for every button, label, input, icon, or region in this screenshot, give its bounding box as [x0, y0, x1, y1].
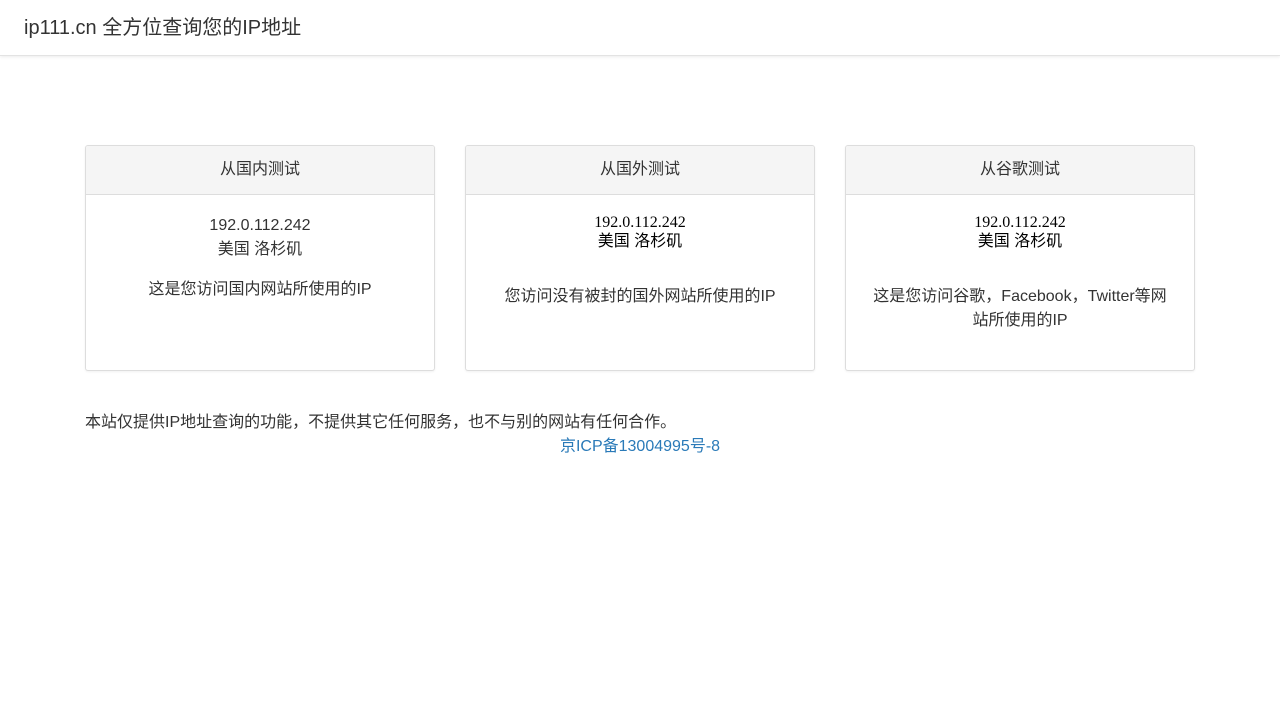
panel-description: 这是您访问国内网站所使用的IP: [148, 281, 372, 298]
panel-body: 192.0.112.242 美国 洛杉矶 这是您访问国内网站所使用的IP: [86, 195, 434, 302]
ip-location: 美国 洛杉矶: [977, 233, 1063, 250]
panel-description: 您访问没有被封的国外网站所使用的IP: [504, 288, 776, 305]
ip-test-panels: 从国内测试 192.0.112.242 美国 洛杉矶 这是您访问国内网站所使用的…: [85, 145, 1195, 371]
panel-body: 192.0.112.242 美国 洛杉矶 这是您访问谷歌，Facebook，Tw…: [846, 195, 1194, 333]
panel-title: 从国内测试: [86, 146, 434, 195]
ip-address: 192.0.112.242: [209, 217, 311, 234]
panel-domestic-test: 从国内测试 192.0.112.242 美国 洛杉矶 这是您访问国内网站所使用的…: [85, 145, 435, 371]
top-navbar: ip111.cn 全方位查询您的IP地址: [0, 0, 1280, 56]
panel-foreign-test: 从国外测试 192.0.112.242 美国 洛杉矶 您访问没有被封的国外网站所…: [465, 145, 815, 371]
panel-title: 从谷歌测试: [846, 146, 1194, 195]
icp-license-link[interactable]: 京ICP备13004995号-8: [560, 438, 720, 455]
panel-description: 这是您访问谷歌，Facebook，Twitter等网站所使用的IP: [873, 288, 1167, 329]
footer-disclaimer: 本站仅提供IP地址查询的功能，不提供其它任何服务，也不与别的网站有任何合作。: [85, 414, 677, 431]
panel-body: 192.0.112.242 美国 洛杉矶 您访问没有被封的国外网站所使用的IP: [466, 195, 814, 309]
ip-address: 192.0.112.242: [594, 214, 686, 231]
panel-google-test: 从谷歌测试 192.0.112.242 美国 洛杉矶 这是您访问谷歌，Faceb…: [845, 145, 1195, 371]
ip-location: 美国 洛杉矶: [597, 233, 683, 250]
icp-license: 京ICP备13004995号-8: [85, 435, 1195, 459]
site-brand-link[interactable]: ip111.cn 全方位查询您的IP地址: [24, 15, 301, 41]
panel-title: 从国外测试: [466, 146, 814, 195]
ip-location: 美国 洛杉矶: [217, 241, 303, 258]
ip-address: 192.0.112.242: [974, 214, 1066, 231]
